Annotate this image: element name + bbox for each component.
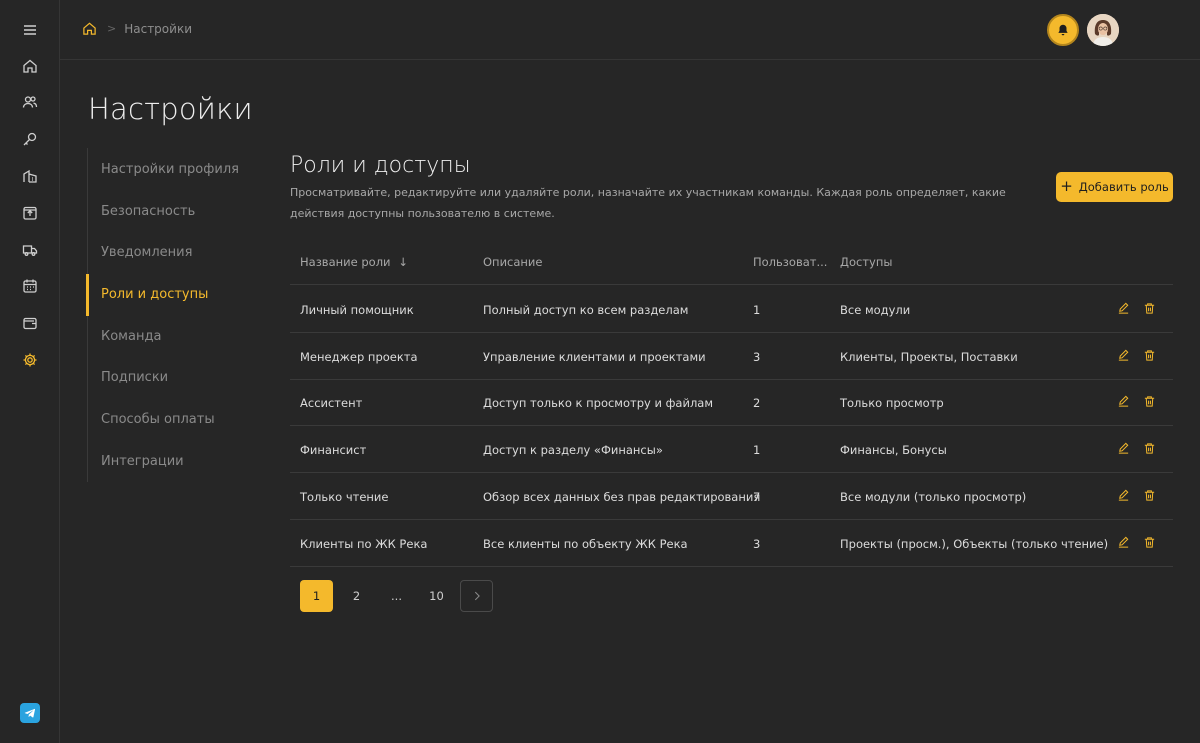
building-icon[interactable] [18, 164, 42, 188]
role-description: Доступ только к просмотру и файлам [483, 396, 714, 411]
role-access: Только просмотр [840, 396, 944, 411]
edit-pencil-icon[interactable] [1117, 489, 1131, 503]
delete-trash-icon[interactable] [1143, 302, 1157, 316]
role-user-count: 7 [753, 489, 761, 504]
settings-nav-item-subscriptions[interactable]: Подписки [101, 370, 168, 385]
settings-nav-item-notifications[interactable]: Уведомления [101, 245, 192, 260]
edit-pencil-icon[interactable] [1117, 536, 1131, 550]
icon-rail [0, 0, 60, 743]
role-name: Менеджер проекта [300, 349, 418, 364]
role-access: Все модули (только просмотр) [840, 489, 1027, 504]
home-icon[interactable] [18, 54, 42, 78]
role-description: Доступ к разделу «Финансы» [483, 443, 663, 458]
notification-bell-icon[interactable] [1047, 14, 1079, 46]
role-description: Обзор всех данных без прав редактировани… [483, 489, 761, 504]
pagination-ellipsis: ... [391, 589, 402, 603]
key-icon[interactable] [18, 127, 42, 151]
plus-icon: + [1060, 176, 1073, 195]
section-title: Роли и доступы [290, 153, 471, 178]
role-name: Клиенты по ЖК Река [300, 536, 428, 551]
telegram-icon[interactable] [20, 703, 40, 723]
chevron-right-icon [471, 590, 483, 602]
table-row[interactable]: Личный помощник Полный доступ ко всем раз… [290, 286, 1173, 333]
home-icon[interactable] [82, 21, 97, 36]
column-header-name-label: Название роли [300, 255, 391, 269]
column-header-users[interactable]: Пользоват... [753, 255, 827, 269]
table-row[interactable]: Финансист Доступ к разделу «Финансы» 1 Фина… [290, 426, 1173, 474]
table-row[interactable]: Только чтение Обзор всех данных без прав … [290, 473, 1173, 520]
table-row[interactable]: Ассистент Доступ только к просмотру и фай… [290, 379, 1173, 427]
table-header: Название роли ↓ Описание Пользоват... До… [290, 240, 1173, 285]
role-access: Все модули [840, 303, 911, 317]
table-row[interactable]: Менеджер проекта Управление клиентами и п… [290, 333, 1173, 380]
menu-icon[interactable] [18, 18, 42, 42]
avatar[interactable] [1087, 14, 1119, 46]
page-button[interactable]: 2 [340, 580, 373, 612]
table-row[interactable]: Клиенты по ЖК Река Все клиенты по объекту… [290, 520, 1173, 567]
column-header-description[interactable]: Описание [483, 255, 542, 269]
sort-arrow-icon: ↓ [398, 255, 408, 269]
role-description: Все клиенты по объекту ЖК Река [483, 536, 688, 551]
role-user-count: 3 [753, 349, 761, 364]
role-name: Ассистент [300, 396, 363, 411]
edit-pencil-icon[interactable] [1117, 395, 1131, 409]
delete-trash-icon[interactable] [1143, 489, 1157, 503]
chevron-right-icon: > [107, 22, 117, 35]
section-description: Просматривайте, редактируйте или удаляйт… [290, 186, 1006, 220]
delete-trash-icon[interactable] [1143, 536, 1157, 550]
role-user-count: 3 [753, 536, 761, 551]
calendar-icon[interactable] [18, 274, 42, 298]
top-bar: > Настройки [60, 0, 1200, 60]
breadcrumb: > Настройки [82, 21, 192, 36]
settings-nav-item-payment-methods[interactable]: Способы оплаты [101, 412, 215, 427]
gear-icon[interactable] [18, 348, 42, 372]
role-description: Управление клиентами и проектами [483, 349, 706, 364]
settings-nav-item-roles[interactable]: Роли и доступы [101, 287, 208, 302]
delete-trash-icon[interactable] [1143, 395, 1157, 409]
page-button[interactable]: 1 [300, 580, 333, 612]
settings-nav-item-security[interactable]: Безопасность [101, 204, 195, 219]
add-role-label: Добавить роль [1078, 180, 1169, 194]
delete-trash-icon[interactable] [1143, 442, 1157, 456]
upload-box-icon[interactable] [18, 201, 42, 225]
page-button[interactable]: 10 [420, 580, 453, 612]
column-header-access[interactable]: Доступы [840, 255, 892, 269]
settings-nav-item-team[interactable]: Команда [101, 329, 161, 344]
role-name: Только чтение [300, 489, 389, 504]
role-user-count: 1 [753, 443, 761, 458]
breadcrumb-current: Настройки [124, 21, 192, 36]
next-page-button[interactable] [460, 580, 493, 612]
role-description: Полный доступ ко всем разделам [483, 303, 689, 317]
role-access: Проекты (просм.), Объекты (только чтение… [840, 536, 1109, 551]
edit-pencil-icon[interactable] [1117, 302, 1131, 316]
edit-pencil-icon[interactable] [1117, 442, 1131, 456]
role-name: Личный помощник [300, 303, 414, 317]
settings-nav-item-profile[interactable]: Настройки профиля [101, 162, 239, 177]
wallet-icon[interactable] [18, 311, 42, 335]
add-role-button[interactable]: + Добавить роль [1056, 172, 1173, 202]
settings-nav-item-integrations[interactable]: Интеграции [101, 454, 184, 469]
role-access: Клиенты, Проекты, Поставки [840, 349, 1018, 364]
role-name: Финансист [300, 443, 367, 458]
delete-trash-icon[interactable] [1143, 349, 1157, 363]
page-title: Настройки [88, 92, 253, 126]
active-indicator [86, 274, 89, 316]
column-header-name[interactable]: Название роли ↓ [300, 255, 408, 269]
role-access: Финансы, Бонусы [840, 443, 947, 458]
role-user-count: 1 [753, 303, 761, 317]
role-user-count: 2 [753, 396, 761, 411]
settings-nav: Настройки профиля Безопасность Уведомлен… [86, 148, 257, 482]
users-icon[interactable] [18, 90, 42, 114]
edit-pencil-icon[interactable] [1117, 349, 1131, 363]
truck-icon[interactable] [18, 238, 42, 262]
